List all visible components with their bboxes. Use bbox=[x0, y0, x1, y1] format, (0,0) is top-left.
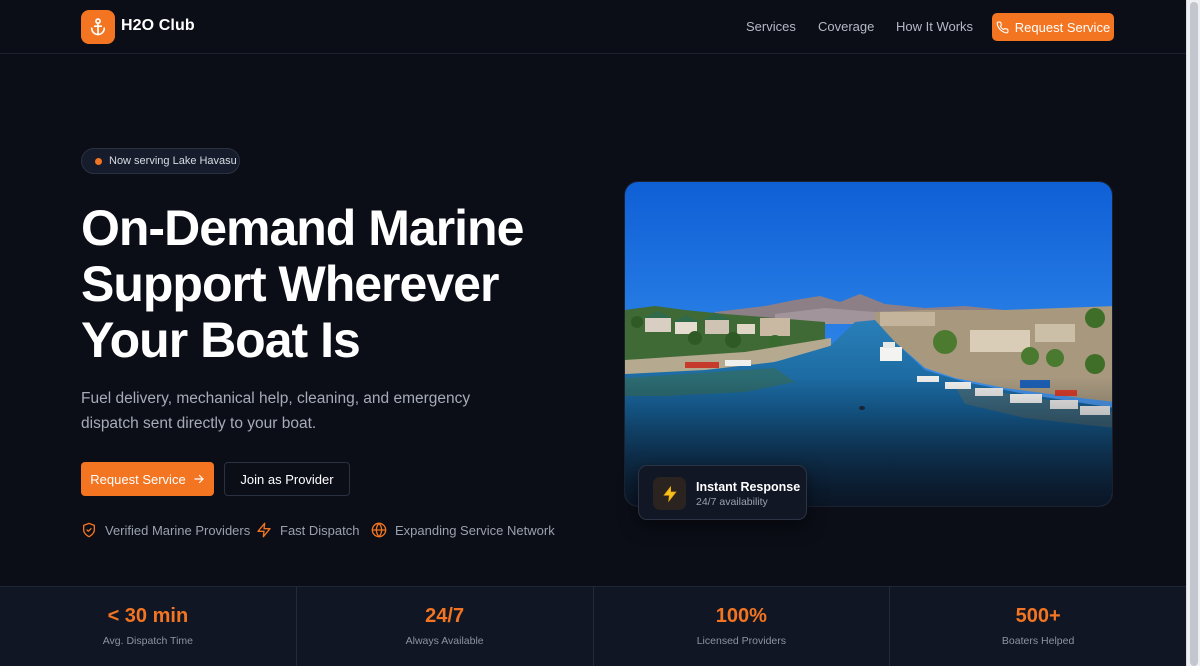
float-card-title: Instant Response bbox=[696, 480, 801, 494]
nav-link-coverage[interactable]: Coverage bbox=[818, 19, 874, 34]
stats-bar: < 30 min Avg. Dispatch Time 24/7 Always … bbox=[0, 586, 1186, 666]
stat-label: Boaters Helped bbox=[1001, 635, 1075, 647]
stat-value: < 30 min bbox=[107, 605, 189, 627]
header-cta-label: Request Service bbox=[1014, 19, 1111, 35]
nav-link-services[interactable]: Services bbox=[746, 19, 796, 34]
stat-value: 100% bbox=[715, 605, 767, 627]
stat-dispatch-time: < 30 min Avg. Dispatch Time bbox=[0, 587, 297, 666]
instant-response-card: Instant Response 24/7 availability bbox=[638, 465, 807, 520]
stat-licensed-providers: 100% Licensed Providers bbox=[594, 587, 891, 666]
page-scrollbar[interactable] bbox=[1186, 0, 1200, 666]
brand-name[interactable]: H2O Club bbox=[121, 17, 195, 35]
globe-icon bbox=[371, 522, 387, 538]
stat-label: Licensed Providers bbox=[696, 635, 787, 647]
headline-line-2: Support Wherever bbox=[81, 256, 499, 312]
phone-icon bbox=[996, 21, 1009, 33]
landing-page: H2O Club Services Coverage How It Works … bbox=[0, 0, 1186, 666]
header-request-service-button[interactable]: Request Service bbox=[992, 13, 1114, 41]
shield-icon bbox=[83, 522, 95, 538]
hero-headline: On-Demand Marine Support Wherever Your B… bbox=[81, 200, 581, 368]
stat-value: 24/7 bbox=[425, 605, 465, 627]
status-dot bbox=[95, 157, 102, 165]
request-service-button[interactable]: Request Service bbox=[81, 462, 214, 496]
stat-label: Avg. Dispatch Time bbox=[102, 635, 193, 647]
request-service-label: Request Service bbox=[90, 471, 186, 487]
feature-label: Fast Dispatch bbox=[280, 522, 360, 538]
headline-line-3: Your Boat Is bbox=[81, 312, 361, 368]
lightning-icon bbox=[257, 522, 271, 538]
hero-subtext: Fuel delivery, mechanical help, cleaning… bbox=[81, 390, 471, 432]
location-badge: Now serving Lake Havasu bbox=[81, 148, 240, 174]
stat-availability: 24/7 Always Available bbox=[297, 587, 594, 666]
site-header: H2O Club Services Coverage How It Works … bbox=[0, 0, 1186, 54]
feature-service-network: Expanding Service Network bbox=[371, 522, 555, 538]
feature-verified-providers: Verified Marine Providers bbox=[81, 522, 250, 538]
feature-label: Expanding Service Network bbox=[395, 522, 555, 538]
float-card-subtitle: 24/7 availability bbox=[696, 496, 768, 508]
lightning-icon bbox=[653, 477, 686, 510]
nav-link-how-it-works[interactable]: How It Works bbox=[896, 19, 973, 34]
anchor-icon[interactable] bbox=[81, 10, 115, 44]
arrow-right-icon bbox=[194, 474, 204, 484]
feature-fast-dispatch: Fast Dispatch bbox=[256, 522, 359, 538]
headline-line-1: On-Demand Marine bbox=[81, 200, 524, 256]
stat-value: 500+ bbox=[1015, 605, 1061, 627]
scrollbar-thumb[interactable] bbox=[1190, 2, 1198, 666]
hero-marina-photo bbox=[624, 181, 1113, 507]
join-as-provider-button[interactable]: Join as Provider bbox=[224, 462, 350, 496]
badge-text: Now serving Lake Havasu bbox=[109, 155, 237, 167]
stat-boaters-helped: 500+ Boaters Helped bbox=[890, 587, 1186, 666]
stat-label: Always Available bbox=[405, 635, 484, 647]
feature-label: Verified Marine Providers bbox=[105, 522, 251, 538]
